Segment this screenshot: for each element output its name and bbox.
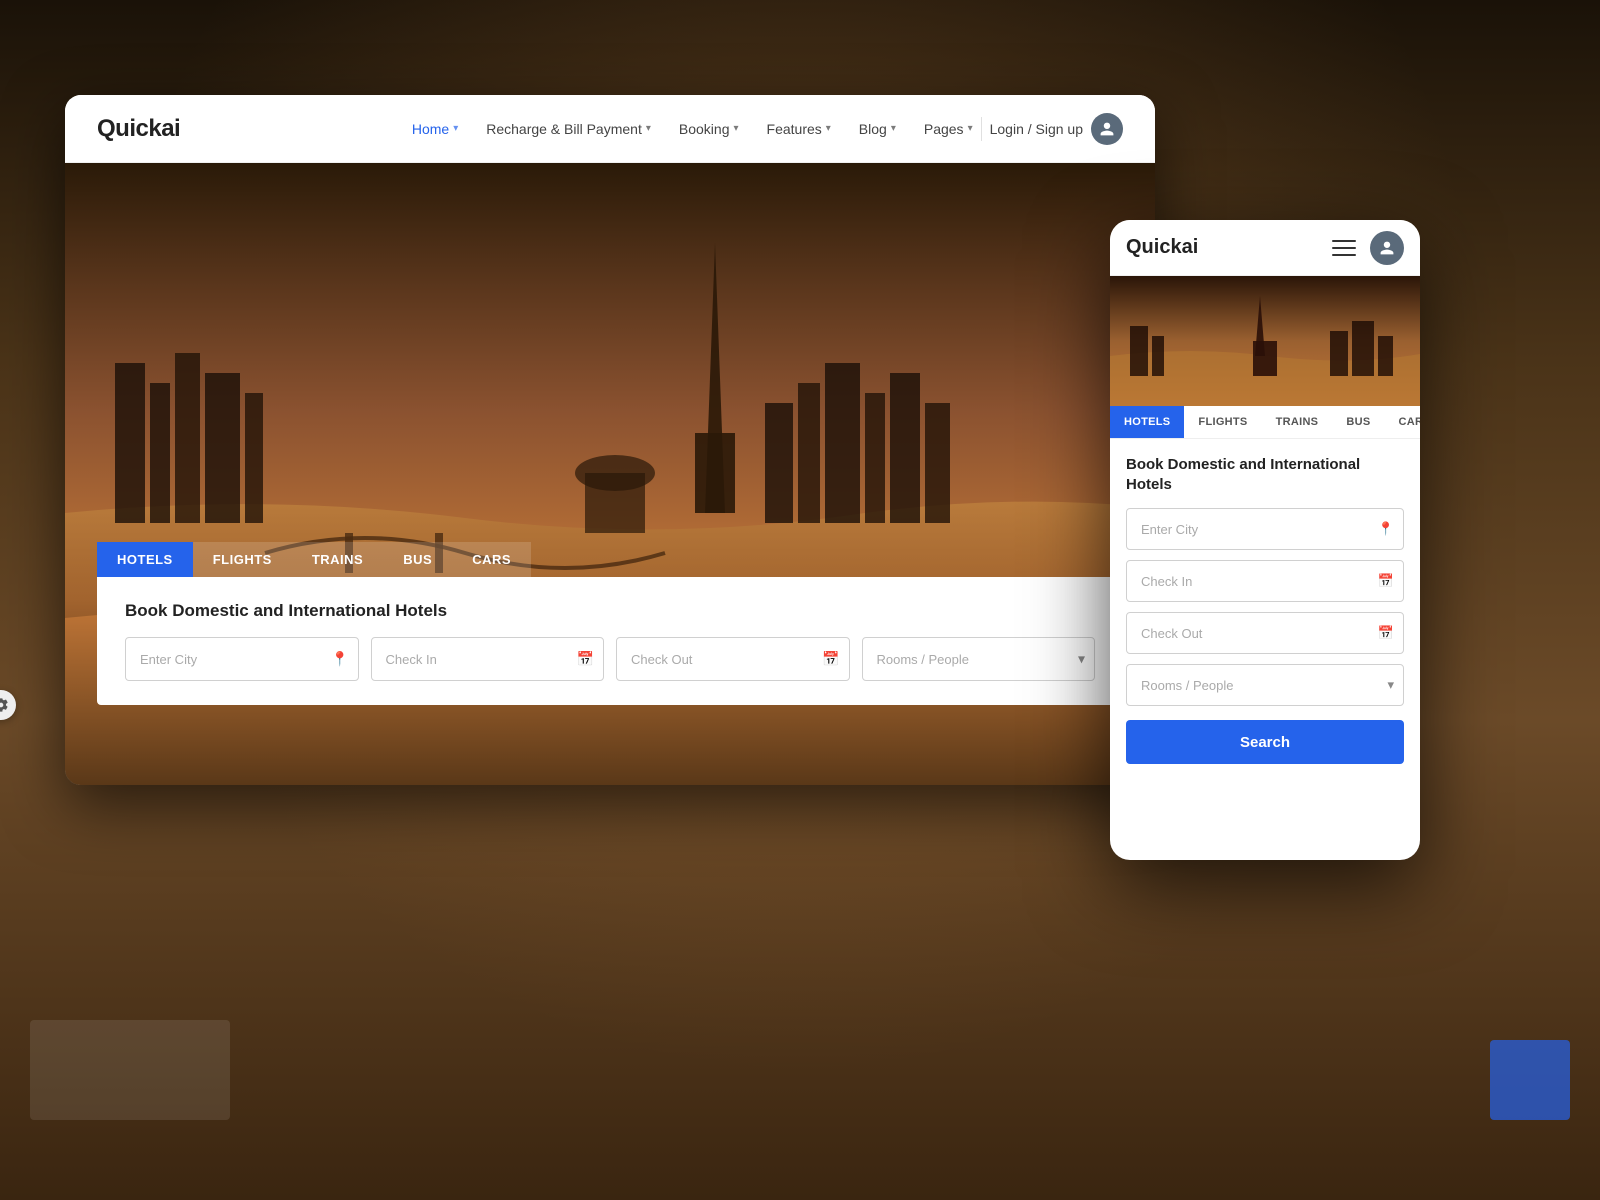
mobile-search-tabs: HOTELS FLIGHTS TRAINS BUS CARS	[1110, 406, 1420, 439]
hamburger-line-1	[1332, 240, 1356, 242]
checkin-field-wrapper: 📅	[371, 637, 605, 681]
bg-element-blue	[1490, 1040, 1570, 1120]
checkout-field-wrapper: 📅	[616, 637, 850, 681]
mobile-user-icon	[1379, 240, 1395, 256]
user-avatar	[1091, 113, 1123, 145]
mobile-hero	[1110, 276, 1420, 406]
mobile-search-title: Book Domestic and International Hotels	[1126, 455, 1404, 494]
nav-item-blog[interactable]: Blog ▾	[859, 121, 896, 137]
tab-cars[interactable]: CARS	[452, 542, 531, 577]
nav-divider	[981, 117, 982, 141]
chevron-down-icon: ▾	[453, 123, 458, 134]
mobile-navbar: Quickai	[1110, 220, 1420, 276]
tab-hotels[interactable]: HOTELS	[97, 542, 193, 577]
nav-item-features[interactable]: Features ▾	[767, 121, 831, 137]
city-input[interactable]	[125, 637, 359, 681]
desktop-logo: Quickai	[97, 115, 180, 143]
nav-link-features[interactable]: Features ▾	[767, 121, 831, 137]
mobile-rooms-wrapper: Rooms / People ▾	[1126, 664, 1404, 706]
nav-item-booking[interactable]: Booking ▾	[679, 121, 739, 137]
mobile-logo: Quickai	[1126, 236, 1328, 259]
desktop-window: Quickai Home ▾ Recharge & Bill Payment ▾…	[65, 95, 1155, 785]
user-icon	[1099, 121, 1115, 137]
chevron-down-icon: ▾	[891, 123, 896, 134]
chevron-down-icon: ▾	[733, 123, 738, 134]
nav-item-recharge[interactable]: Recharge & Bill Payment ▾	[486, 121, 651, 137]
nav-link-home[interactable]: Home ▾	[412, 121, 458, 137]
rooms-select[interactable]: Rooms / People	[862, 637, 1096, 681]
gear-svg	[0, 697, 9, 713]
search-box: Book Domestic and International Hotels 📍…	[97, 577, 1123, 705]
chevron-down-icon: ▾	[826, 123, 831, 134]
mobile-checkin-input[interactable]	[1126, 560, 1404, 602]
desktop-hero: HOTELS FLIGHTS TRAINS BUS CARS Book Dome…	[65, 163, 1155, 785]
mobile-search-form: Book Domestic and International Hotels 📍…	[1110, 439, 1420, 780]
nav-link-booking[interactable]: Booking ▾	[679, 121, 739, 137]
login-link[interactable]: Login / Sign up	[990, 113, 1123, 145]
tab-bus[interactable]: BUS	[383, 542, 452, 577]
chevron-down-icon: ▾	[646, 123, 651, 134]
checkout-input[interactable]	[616, 637, 850, 681]
rooms-field-wrapper: Rooms / People ▾	[862, 637, 1096, 681]
mobile-tab-cars[interactable]: CARS	[1384, 406, 1420, 438]
mobile-city-svg	[1110, 276, 1420, 406]
chevron-down-icon: ▾	[968, 123, 973, 134]
mobile-tab-trains[interactable]: TRAINS	[1262, 406, 1333, 438]
mobile-tab-hotels[interactable]: HOTELS	[1110, 406, 1184, 438]
mobile-checkin-wrapper: 📅	[1126, 560, 1404, 602]
desktop-navbar: Quickai Home ▾ Recharge & Bill Payment ▾…	[65, 95, 1155, 163]
search-title: Book Domestic and International Hotels	[125, 601, 1095, 621]
hamburger-line-2	[1332, 247, 1356, 249]
hamburger-line-3	[1332, 254, 1356, 256]
bg-element-hotels	[30, 1020, 230, 1120]
mobile-city-wrapper: 📍	[1126, 508, 1404, 550]
mobile-rooms-select[interactable]: Rooms / People	[1126, 664, 1404, 706]
tab-trains[interactable]: TRAINS	[292, 542, 383, 577]
mobile-tab-flights[interactable]: FLIGHTS	[1184, 406, 1261, 438]
nav-item-pages[interactable]: Pages ▾	[924, 121, 973, 137]
mobile-checkout-wrapper: 📅	[1126, 612, 1404, 654]
mobile-tab-bus[interactable]: BUS	[1332, 406, 1384, 438]
desktop-nav-links: Home ▾ Recharge & Bill Payment ▾ Booking…	[412, 121, 973, 137]
mobile-search-button[interactable]: Search	[1126, 720, 1404, 764]
mobile-user-avatar[interactable]	[1370, 231, 1404, 265]
nav-link-recharge[interactable]: Recharge & Bill Payment ▾	[486, 121, 651, 137]
nav-link-blog[interactable]: Blog ▾	[859, 121, 896, 137]
search-tabs: HOTELS FLIGHTS TRAINS BUS CARS	[97, 542, 1123, 577]
mobile-city-input[interactable]	[1126, 508, 1404, 550]
hamburger-button[interactable]	[1328, 232, 1360, 264]
mobile-window: Quickai	[1110, 220, 1420, 860]
nav-link-pages[interactable]: Pages ▾	[924, 121, 973, 137]
tab-flights[interactable]: FLIGHTS	[193, 542, 292, 577]
nav-item-home[interactable]: Home ▾	[412, 121, 458, 137]
search-fields: 📍 📅 📅 Rooms / People ▾	[125, 637, 1095, 681]
desktop-search-panel: HOTELS FLIGHTS TRAINS BUS CARS Book Dome…	[65, 542, 1155, 705]
checkin-input[interactable]	[371, 637, 605, 681]
mobile-checkout-input[interactable]	[1126, 612, 1404, 654]
city-field-wrapper: 📍	[125, 637, 359, 681]
